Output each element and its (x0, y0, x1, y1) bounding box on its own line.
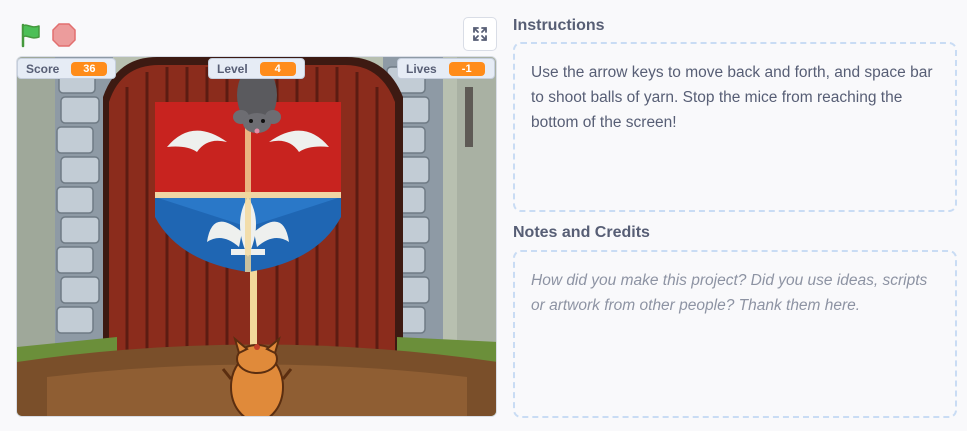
level-monitor: Level 4 (208, 58, 305, 79)
lives-label: Lives (406, 61, 437, 76)
fullscreen-button[interactable] (463, 17, 497, 51)
fullscreen-icon (473, 27, 487, 41)
notes-textbox[interactable]: How did you make this project? Did you u… (513, 250, 957, 418)
notes-title: Notes and Credits (513, 224, 650, 241)
instructions-textbox[interactable]: Use the arrow keys to move back and fort… (513, 42, 957, 212)
lives-monitor: Lives -1 (397, 58, 495, 79)
level-label: Level (217, 61, 248, 76)
level-value: 4 (259, 61, 296, 76)
score-monitor: Score 36 (17, 58, 116, 79)
stop-sign-icon (52, 23, 76, 47)
instructions-title: Instructions (513, 17, 605, 34)
green-flag-button[interactable] (18, 22, 44, 48)
score-label: Score (26, 61, 60, 76)
lives-value: -1 (448, 61, 485, 76)
stop-button[interactable] (52, 23, 76, 47)
project-stage[interactable] (16, 56, 497, 417)
score-value: 36 (71, 61, 108, 76)
project-page: Score 36 Level 4 Lives -1 Instructions U… (0, 0, 967, 431)
green-flag-icon (21, 23, 40, 48)
